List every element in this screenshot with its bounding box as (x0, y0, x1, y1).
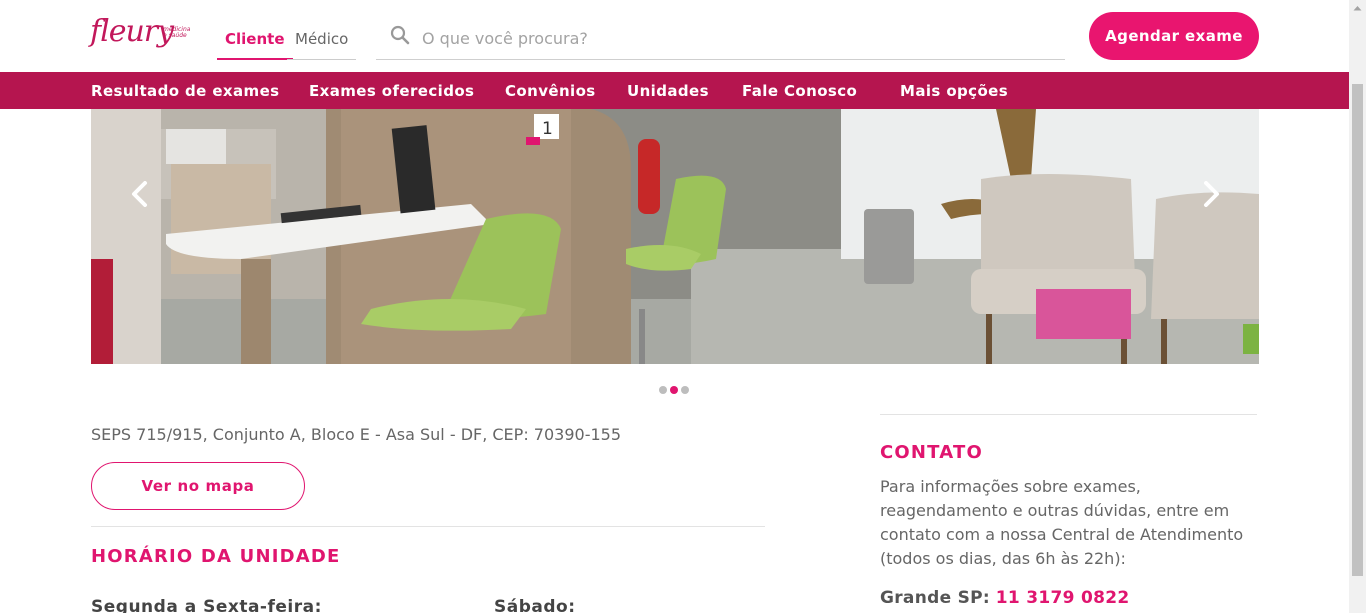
contact-phone: Grande SP: 11 3179 0822 (880, 588, 1129, 608)
site-header: fleury medicina e saúde Cliente Médico A… (0, 0, 1349, 72)
phone-label: Grande SP: (880, 588, 991, 608)
contact-title: CONTATO (880, 442, 983, 463)
chevron-left-icon[interactable] (127, 181, 153, 207)
scrollbar-thumb[interactable] (1352, 84, 1363, 576)
saturday-label: Sábado: (494, 597, 576, 613)
page-scrollbar[interactable] (1349, 0, 1366, 613)
scroll-up-arrow-icon[interactable] (1349, 0, 1366, 17)
carousel-dot-2[interactable] (670, 386, 678, 394)
nav-item-exames-oferecidos[interactable]: Exames oferecidos (309, 82, 474, 100)
tab-medico[interactable]: Médico (287, 30, 357, 60)
carousel-dots (659, 386, 689, 394)
contact-description: Para informações sobre exames, reagendam… (880, 477, 1244, 568)
nav-item-fale-conosco[interactable]: Fale Conosco (742, 82, 857, 100)
divider (91, 526, 765, 527)
schedule-exam-button[interactable]: Agendar exame (1089, 12, 1259, 60)
search-input[interactable] (422, 24, 1022, 52)
nav-item-resultado-de-exames[interactable]: Resultado de exames (91, 82, 279, 100)
phone-number-link[interactable]: 11 3179 0822 (996, 588, 1130, 608)
unit-photo-carousel[interactable]: 1 (91, 109, 1259, 364)
main-nav: Resultado de exames Exames oferecidos Co… (0, 72, 1349, 109)
unit-address: SEPS 715/915, Conjunto A, Bloco E - Asa … (91, 425, 621, 444)
hours-title: HORÁRIO DA UNIDADE (91, 546, 341, 567)
logo-tagline: medicina e saúde (163, 26, 191, 39)
nav-item-convenios[interactable]: Convênios (505, 82, 596, 100)
nav-item-mais-opcoes[interactable]: Mais opções (900, 82, 1008, 100)
divider (880, 414, 1257, 415)
chevron-right-icon[interactable] (1198, 181, 1224, 207)
tab-cliente[interactable]: Cliente (217, 30, 293, 60)
nav-item-unidades[interactable]: Unidades (627, 82, 709, 100)
search-bar (376, 20, 1065, 60)
fleury-logo[interactable]: fleury medicina e saúde (90, 14, 205, 54)
unit-photo: 1 (91, 109, 1259, 364)
view-map-button[interactable]: Ver no mapa (91, 462, 305, 510)
weekdays-label: Segunda a Sexta-feira: (91, 597, 322, 613)
svg-text:1: 1 (542, 119, 553, 139)
carousel-dot-3[interactable] (681, 386, 689, 394)
search-icon[interactable] (390, 25, 410, 45)
logo-wordmark: fleury (90, 14, 174, 49)
carousel-dot-1[interactable] (659, 386, 667, 394)
